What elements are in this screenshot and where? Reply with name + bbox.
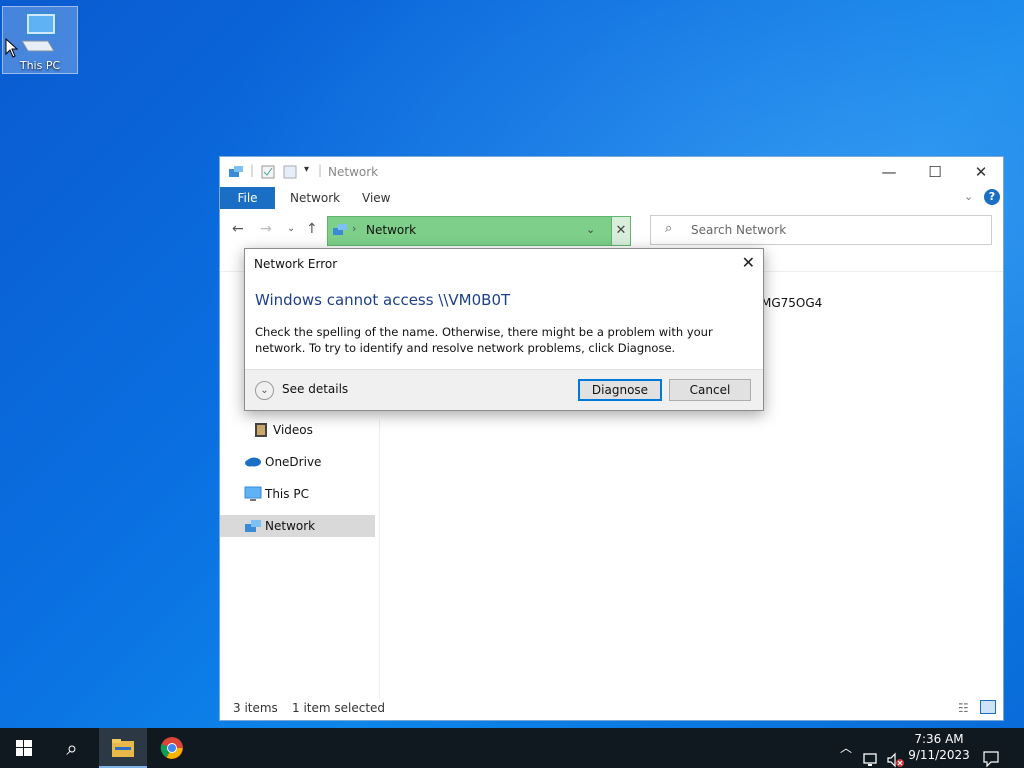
- pane-divider: [379, 419, 380, 699]
- see-details-toggle[interactable]: See details: [282, 382, 348, 396]
- maximize-button[interactable]: ☐: [912, 157, 958, 187]
- clock[interactable]: 7:36 AM 9/11/2023: [900, 731, 978, 763]
- mouse-cursor-icon: [5, 38, 19, 58]
- back-arrow-icon[interactable]: ←: [232, 221, 244, 237]
- show-hidden-icons-icon[interactable]: ︿: [840, 728, 852, 768]
- chevron-down-icon[interactable]: ⌄: [255, 381, 274, 400]
- minimize-button[interactable]: —: [866, 157, 912, 187]
- tab-view[interactable]: View: [362, 191, 390, 205]
- this-pc-icon: [244, 486, 262, 501]
- selected-count: 1 item selected: [292, 701, 386, 715]
- clock-date: 9/11/2023: [908, 748, 970, 762]
- network-icon: [229, 166, 243, 177]
- tab-network[interactable]: Network: [290, 191, 340, 205]
- new-folder-icon[interactable]: [282, 164, 298, 180]
- up-arrow-icon[interactable]: ↑: [306, 221, 318, 237]
- cancel-button[interactable]: Cancel: [669, 379, 751, 401]
- title-bar: | ▾ | Network — ☐ ✕: [220, 157, 1003, 187]
- sidebar-item-videos[interactable]: Videos: [220, 419, 375, 441]
- recent-locations-icon[interactable]: ⌄: [287, 223, 295, 234]
- search-icon[interactable]: ⌕: [48, 728, 96, 768]
- status-bar: 3 items 1 item selected ☷: [220, 696, 1003, 720]
- windows-logo-icon: [16, 740, 32, 756]
- network-icon: [333, 224, 347, 235]
- dialog-title: Network Error: [254, 257, 338, 271]
- chrome-icon: [160, 737, 183, 759]
- address-dropdown-icon[interactable]: ⌄: [586, 223, 595, 236]
- diagnose-button[interactable]: Diagnose: [578, 379, 662, 401]
- file-explorer-window: | ▾ | Network — ☐ ✕ File Network View ⌄ …: [219, 156, 1004, 721]
- item-count: 3 items: [233, 701, 278, 715]
- sidebar-item-this-pc[interactable]: This PC: [220, 483, 375, 505]
- dialog-message: Check the spelling of the name. Otherwis…: [255, 325, 713, 355]
- taskbar-file-explorer[interactable]: [99, 728, 147, 768]
- taskbar-chrome[interactable]: [148, 728, 196, 768]
- start-button[interactable]: [0, 728, 48, 768]
- address-row: ← → ⌄ ↑ › Network ⌄ ✕ ⌕ Search Network: [220, 209, 1003, 249]
- search-input[interactable]: ⌕ Search Network: [650, 215, 992, 245]
- details-view-icon[interactable]: ☷: [958, 701, 969, 715]
- videos-icon: [255, 423, 267, 437]
- close-icon[interactable]: ✕: [742, 253, 755, 272]
- sidebar-item-onedrive[interactable]: OneDrive: [220, 451, 375, 473]
- forward-arrow-icon[interactable]: →: [260, 221, 272, 237]
- tab-file[interactable]: File: [220, 187, 275, 209]
- help-icon[interactable]: ?: [984, 189, 1000, 205]
- breadcrumb-chevron-icon: ›: [352, 222, 357, 235]
- sidebar-item-label: This PC: [265, 487, 309, 501]
- address-bar[interactable]: › Network ⌄: [327, 216, 631, 246]
- sidebar-item-network[interactable]: Network: [220, 515, 375, 537]
- address-text: Network: [366, 223, 417, 237]
- search-icon: ⌕: [665, 221, 673, 236]
- clock-time: 7:36 AM: [914, 732, 964, 746]
- network-computer-item[interactable]: MG75OG4: [761, 296, 822, 310]
- window-title: Network: [328, 165, 379, 179]
- desktop-icon-label: This PC: [19, 59, 61, 72]
- ribbon: File Network View ⌄ ?: [220, 187, 1003, 209]
- sidebar-item-label: Network: [265, 519, 316, 533]
- large-icons-view-icon[interactable]: [980, 700, 996, 714]
- dialog-heading: Windows cannot access \\VM0B0T: [255, 291, 511, 309]
- separator: |: [318, 163, 323, 177]
- folder-icon: [112, 739, 134, 757]
- this-pc-icon: [21, 12, 57, 52]
- onedrive-icon: [245, 457, 261, 467]
- sidebar-item-label: Videos: [273, 423, 313, 437]
- network-error-dialog: Network Error ✕ Windows cannot access \\…: [244, 248, 764, 411]
- dialog-footer: ⌄ See details Diagnose Cancel: [245, 369, 763, 410]
- notifications-icon[interactable]: [982, 739, 1000, 768]
- sidebar-item-label: OneDrive: [265, 455, 322, 469]
- quick-access-dropdown-icon[interactable]: ▾: [304, 164, 309, 175]
- stop-loading-button[interactable]: ✕: [611, 216, 631, 246]
- close-button[interactable]: ✕: [958, 157, 1004, 187]
- taskbar: ⌕ ︿ 7:36 AM 9/11/2023: [0, 728, 1024, 768]
- network-status-icon[interactable]: [862, 740, 880, 768]
- separator: |: [250, 163, 255, 177]
- expand-ribbon-icon[interactable]: ⌄: [964, 190, 973, 203]
- properties-icon[interactable]: [260, 164, 276, 180]
- network-icon: [245, 520, 261, 532]
- search-placeholder: Search Network: [691, 223, 787, 237]
